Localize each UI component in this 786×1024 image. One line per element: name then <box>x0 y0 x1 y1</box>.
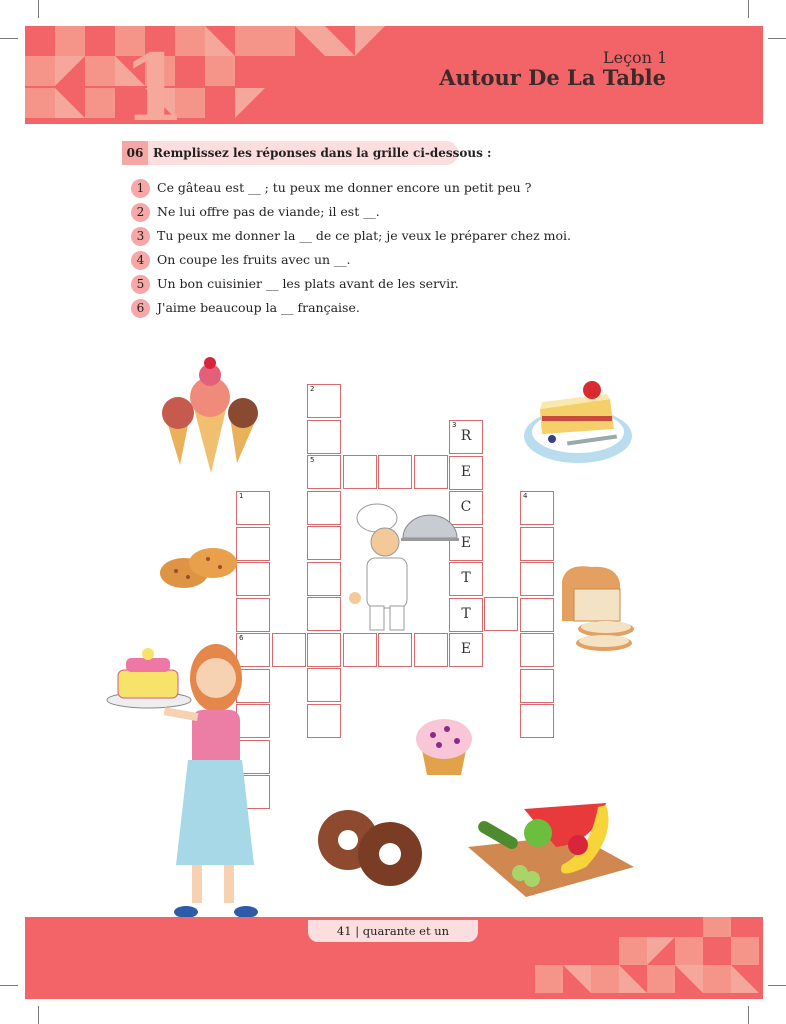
crop-mark <box>768 985 786 986</box>
crossword-cell[interactable] <box>520 704 554 738</box>
question-item: 3 Tu peux me donner la __ de ce plat; je … <box>131 226 571 246</box>
exercise-number: 06 <box>122 141 148 165</box>
clue-number: 5 <box>310 456 315 464</box>
question-text: Ce gâteau est __ ; tu peux me donner enc… <box>157 180 532 195</box>
crossword-cell[interactable]: 1 <box>236 491 270 525</box>
crop-mark <box>748 0 749 18</box>
crop-mark <box>748 1006 749 1024</box>
crossword-cell[interactable] <box>520 668 554 703</box>
crossword-cell[interactable] <box>413 633 448 667</box>
crossword-cell[interactable] <box>271 633 306 667</box>
crossword-cell[interactable] <box>307 668 341 702</box>
woman-with-cake-illustration <box>106 644 258 918</box>
crop-mark <box>768 38 786 39</box>
page-number-words: quarante et un <box>362 924 450 938</box>
crossword-cell[interactable] <box>307 633 341 667</box>
question-text: Tu peux me donner la __ de ce plat; je v… <box>157 228 571 243</box>
crop-mark <box>38 1006 39 1024</box>
question-item: 4 On coupe les fruits avec un __. <box>131 250 351 270</box>
question-number: 5 <box>131 275 150 294</box>
fruit-board-illustration <box>468 803 634 897</box>
chapter-number: 1 <box>122 34 187 142</box>
crossword-cell[interactable] <box>236 597 270 632</box>
donuts-illustration <box>318 810 422 886</box>
crossword-cell[interactable] <box>307 526 341 560</box>
bread-loaf-illustration <box>562 566 634 651</box>
question-text: J'aime beaucoup la __ française. <box>157 300 360 315</box>
crossword-cell[interactable]: 3R <box>449 420 483 454</box>
page-number-box: 41 | quarante et un <box>308 920 478 942</box>
crop-mark <box>38 0 39 18</box>
crossword-cell[interactable]: E <box>449 455 483 490</box>
crossword-cell[interactable] <box>520 562 554 596</box>
question-number: 4 <box>131 251 150 270</box>
page-number: 41 <box>336 924 352 938</box>
question-text: On coupe les fruits avec un __. <box>157 252 351 267</box>
question-number: 3 <box>131 227 150 246</box>
crossword-cell[interactable]: E <box>449 633 483 667</box>
crossword-cell[interactable]: 5 <box>307 455 341 489</box>
crossword-cell[interactable]: 4 <box>520 491 554 525</box>
question-number: 2 <box>131 203 150 222</box>
crossword-cell[interactable] <box>307 490 341 525</box>
crossword-cell[interactable] <box>307 561 341 596</box>
question-item: 6 J'aime beaucoup la __ française. <box>131 298 360 318</box>
crossword-cell[interactable] <box>520 633 554 667</box>
crossword-cell[interactable] <box>413 455 448 489</box>
crossword-cell[interactable] <box>520 526 554 561</box>
crossword-cell[interactable] <box>307 597 341 631</box>
question-item: 1 Ce gâteau est __ ; tu peux me donner en… <box>131 178 531 198</box>
crop-mark <box>0 985 18 986</box>
question-number: 6 <box>131 299 150 318</box>
question-item: 2 Ne lui offre pas de viande; il est __. <box>131 202 380 222</box>
cookies-illustration <box>160 548 237 588</box>
page-separator: | <box>355 924 360 938</box>
clue-number: 2 <box>310 385 315 393</box>
chef-with-cloche-illustration <box>349 503 459 631</box>
cake-slice-illustration <box>524 381 632 463</box>
crossword-cell[interactable] <box>378 455 412 489</box>
ice-cream-cones-illustration <box>162 357 258 473</box>
clue-number: 1 <box>239 492 244 500</box>
answer-letter: E <box>460 641 472 657</box>
exercise-instruction: Remplissez les réponses dans la grille c… <box>153 146 492 160</box>
crossword-cell[interactable] <box>307 419 341 454</box>
crossword-cell[interactable] <box>307 703 341 738</box>
crossword-cell[interactable] <box>342 633 377 667</box>
crossword-cell[interactable]: 2 <box>307 384 341 418</box>
crossword-cell[interactable] <box>484 597 518 631</box>
question-text: Ne lui offre pas de viande; il est __. <box>157 204 380 219</box>
crossword-cell[interactable] <box>236 526 270 561</box>
question-text: Un bon cuisinier __ les plats avant de l… <box>157 276 459 291</box>
crossword-cell[interactable] <box>236 562 270 596</box>
answer-letter: R <box>460 428 472 444</box>
lesson-title: Autour De La Table <box>439 65 666 90</box>
muffin-illustration <box>416 719 472 775</box>
crop-mark <box>0 38 18 39</box>
question-number: 1 <box>131 179 150 198</box>
answer-letter: E <box>460 463 472 480</box>
crossword-cell[interactable] <box>520 597 554 632</box>
crossword-cell[interactable] <box>378 633 412 667</box>
question-item: 5 Un bon cuisinier __ les plats avant de … <box>131 274 459 294</box>
crossword-cell[interactable] <box>342 455 377 489</box>
clue-number: 4 <box>523 492 528 500</box>
